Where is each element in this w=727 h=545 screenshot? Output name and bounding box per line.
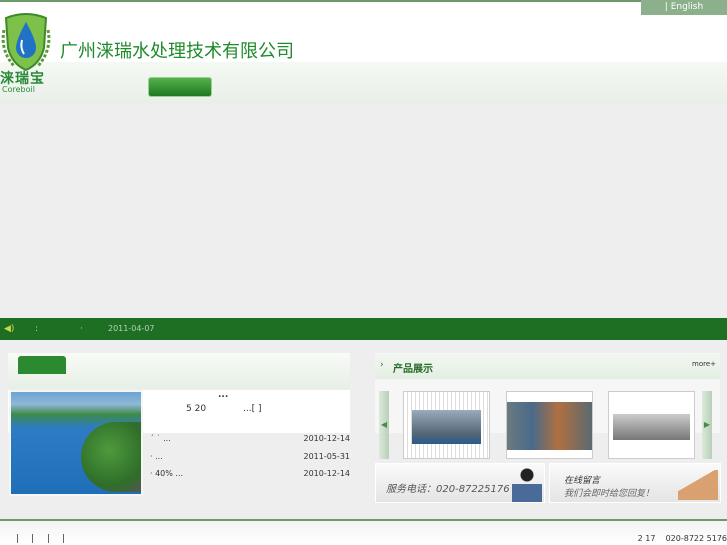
product-image[interactable] xyxy=(506,391,593,459)
ticker-dot: · xyxy=(80,324,83,334)
lake-photo xyxy=(9,390,143,496)
ticker-colon: : xyxy=(35,324,39,334)
footer-link[interactable]: | xyxy=(16,534,19,544)
ticker-date[interactable]: 2011-04-07 xyxy=(108,318,155,340)
footer-link[interactable]: | xyxy=(62,534,65,544)
online-message-banner[interactable]: 在线留言 我们会即时给您回复！ xyxy=(549,463,721,503)
service-phone-banner[interactable]: 服务电话：020-87225176 xyxy=(375,463,545,503)
featured-title[interactable]: ... xyxy=(218,390,228,400)
message-subtitle: 我们会即时给您回复！ xyxy=(564,489,655,499)
featured-more-link[interactable]: ...[ ] xyxy=(243,404,261,414)
product-image[interactable] xyxy=(608,391,695,459)
logo-text-en: Coreboil xyxy=(2,85,35,94)
featured-snippet: 5 20 xyxy=(186,404,207,414)
product-image[interactable] xyxy=(403,391,490,459)
phone-label: 服务电话：020-87225176 xyxy=(386,484,510,495)
footer-contact: 2 17 020-8722 5176 xyxy=(637,534,727,543)
footer-link[interactable]: | xyxy=(31,534,34,544)
scroll-left-arrow-icon[interactable]: ◀ xyxy=(379,391,389,459)
scroll-right-arrow-icon[interactable]: ▶ xyxy=(702,391,712,459)
news-item[interactable]: ˊ ˙ ... 2010-12-14 xyxy=(150,434,350,443)
chevron-right-icon: › xyxy=(380,360,384,370)
nav-bar xyxy=(0,62,727,104)
more-link[interactable]: more+ xyxy=(692,360,716,368)
nav-button[interactable] xyxy=(148,77,212,97)
products-title: 产品展示 xyxy=(393,364,433,375)
company-name: 广州涞瑞水处理技术有限公司 xyxy=(60,41,294,62)
news-item[interactable]: · 40% ... 2010-12-14 xyxy=(150,469,350,478)
message-title: 在线留言 xyxy=(564,476,601,486)
pen-hand-icon xyxy=(678,470,718,500)
news-tab[interactable] xyxy=(18,356,66,374)
news-ticker: ◀) : · 2011-04-07 xyxy=(0,318,727,340)
agent-icon xyxy=(512,466,542,502)
footer-link[interactable]: | xyxy=(47,534,50,544)
news-item[interactable]: · ... 2011-05-31 xyxy=(150,452,350,461)
footer: | | | | 2 17 020-8722 5176 xyxy=(0,521,727,545)
speaker-icon: ◀) xyxy=(4,324,15,334)
english-link[interactable]: | English xyxy=(641,0,727,15)
